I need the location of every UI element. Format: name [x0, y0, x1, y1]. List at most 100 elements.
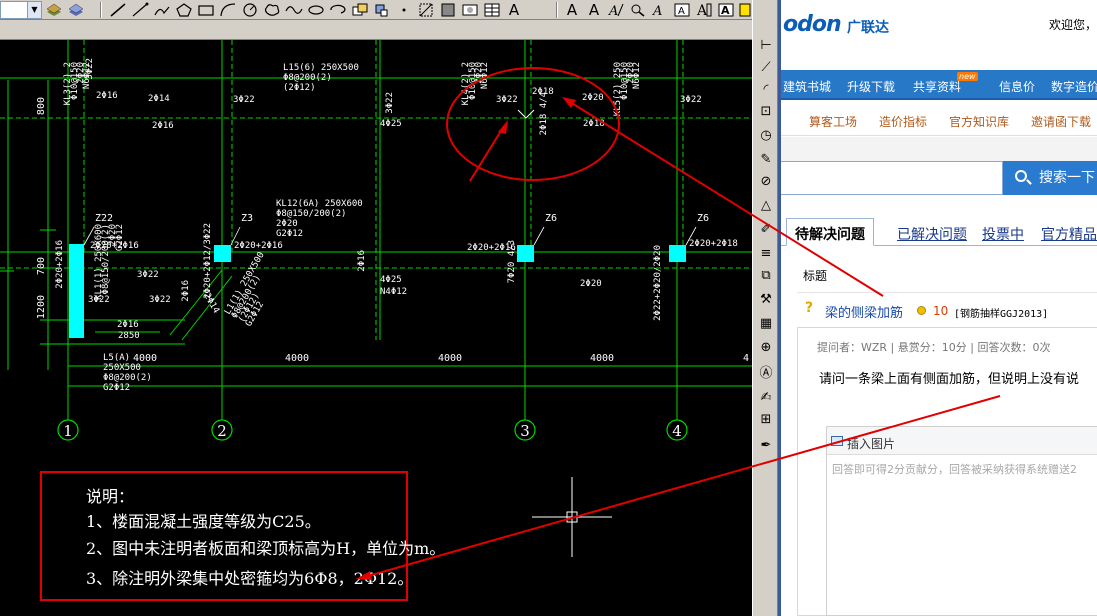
- rebar-annotation: N4Φ12: [380, 287, 407, 297]
- rebar-annotation: 2Φ18: [583, 119, 605, 129]
- main-nav: 建筑书城 升级下载 共享资料 信息价 数字造价: [781, 70, 1097, 100]
- rebar-annotation: 2Φ20+2Φ16: [90, 241, 139, 251]
- point-icon[interactable]: [394, 1, 414, 19]
- text-scale-icon[interactable]: A: [694, 1, 714, 19]
- layer-combo[interactable]: ▼: [0, 1, 42, 19]
- subnav-item-knowledge[interactable]: 官方知识库: [949, 113, 1009, 130]
- dimension-value: 700: [36, 257, 47, 275]
- nav-item-share[interactable]: 共享资料: [913, 78, 961, 95]
- nav-item-download[interactable]: 升级下载: [847, 78, 895, 95]
- answer-editor[interactable]: 插入图片 回答即可得2分贡献分，回答被采纳获得系统赠送2: [826, 426, 1097, 616]
- site-logo-text[interactable]: 广联达: [847, 17, 889, 37]
- ellipse-icon[interactable]: [306, 1, 326, 19]
- column-z6[interactable]: [669, 245, 686, 262]
- hammer-icon[interactable]: ⚒: [756, 290, 776, 310]
- beam-annotation: G2Φ12: [103, 383, 130, 393]
- nav-item-price-info[interactable]: 信息价: [999, 78, 1035, 95]
- text-color-icon[interactable]: [738, 1, 752, 19]
- grid-icon[interactable]: ▦: [756, 314, 776, 334]
- pen-icon[interactable]: ✎: [756, 150, 776, 170]
- edit-icon[interactable]: ✒: [756, 436, 776, 456]
- notes-heading: 说明：: [86, 487, 135, 506]
- stack-icon[interactable]: ⧉: [756, 266, 776, 286]
- column-z6[interactable]: [517, 245, 534, 262]
- circle-slash-icon[interactable]: ⊘: [756, 172, 776, 192]
- tab-voting[interactable]: 投票中: [982, 224, 1024, 244]
- svg-text:A: A: [696, 3, 708, 19]
- search-input[interactable]: [781, 161, 1003, 195]
- search-icon: [1015, 170, 1027, 182]
- edit-text-icon[interactable]: A: [606, 1, 626, 19]
- cad-tab-strip: [0, 20, 752, 40]
- make-block-icon[interactable]: [372, 1, 392, 19]
- text-icon[interactable]: Ⓐ: [756, 364, 776, 384]
- cloud-icon[interactable]: [262, 1, 282, 19]
- subnav-item-indicators[interactable]: 造价指标: [879, 113, 927, 130]
- gradient-icon[interactable]: [438, 1, 458, 19]
- dtext-icon[interactable]: A: [584, 1, 604, 19]
- span-dimension: 4: [743, 353, 749, 364]
- rebar-annotation: 2Φ16: [96, 91, 118, 101]
- polyline-icon[interactable]: [152, 1, 172, 19]
- polygon-icon[interactable]: [174, 1, 194, 19]
- angle-icon[interactable]: △: [756, 196, 776, 216]
- tree-icon[interactable]: ⊡: [756, 102, 776, 122]
- rebar-annotation: 2850: [118, 331, 140, 341]
- insert-image-button[interactable]: 插入图片: [847, 435, 895, 452]
- target-icon[interactable]: ⊕: [756, 338, 776, 358]
- dimension-icon[interactable]: ⟋: [756, 58, 776, 78]
- ray-icon[interactable]: [130, 1, 150, 19]
- layers-stack-icon[interactable]: [66, 1, 86, 19]
- rectangle-icon[interactable]: [196, 1, 216, 19]
- region-icon[interactable]: [460, 1, 480, 19]
- svg-text:A: A: [721, 4, 730, 17]
- arc-icon[interactable]: ◜: [756, 80, 776, 100]
- spline-icon[interactable]: [284, 1, 304, 19]
- mtext-icon[interactable]: A: [504, 1, 524, 19]
- coin-icon: [917, 306, 926, 315]
- measure-icon[interactable]: ⊞: [756, 410, 776, 430]
- pencil-icon[interactable]: ✐: [756, 220, 776, 240]
- cad-drawing-area[interactable]: ▼ A A A A A A A A Z22 Z3 Z6 Z6 KL3(2) 2 …: [0, 0, 752, 616]
- answer-placeholder[interactable]: 回答即可得2分贡献分，回答被采纳获得系统赠送2: [832, 461, 1077, 477]
- tab-pending[interactable]: 待解决问题: [786, 218, 874, 246]
- rebar-annotation: 3Φ22: [233, 95, 255, 105]
- arc-icon[interactable]: [218, 1, 238, 19]
- image-icon[interactable]: [831, 436, 843, 446]
- subnav-item-invitation[interactable]: 邀请函下载: [1031, 113, 1091, 130]
- text-style-icon[interactable]: A: [562, 1, 582, 19]
- circle-icon[interactable]: [240, 1, 260, 19]
- brush-icon[interactable]: ✍: [756, 388, 776, 408]
- text-frame-icon[interactable]: A: [672, 1, 692, 19]
- welcome-text: 欢迎您，: [1049, 18, 1097, 32]
- search-button[interactable]: 搜索一下: [1003, 161, 1097, 195]
- chevron-down-icon[interactable]: ▼: [27, 2, 41, 18]
- line-icon[interactable]: ⊢: [756, 36, 776, 56]
- insert-block-icon[interactable]: [350, 1, 370, 19]
- nav-item-digital-cost[interactable]: 数字造价: [1051, 78, 1097, 95]
- nav-item-bookstore[interactable]: 建筑书城: [783, 78, 831, 95]
- rebar-annotation: 2Φ20: [582, 93, 604, 103]
- text-align-icon[interactable]: A: [650, 1, 670, 19]
- find-text-icon[interactable]: [628, 1, 648, 19]
- beam-annotation: Φ8@200(2): [103, 373, 152, 383]
- ellipse-arc-icon[interactable]: [328, 1, 348, 19]
- line-icon[interactable]: [108, 1, 128, 19]
- tab-featured[interactable]: 官方精品: [1041, 224, 1097, 244]
- question-title-link[interactable]: 梁的侧梁加筋: [825, 302, 903, 321]
- layers-icon[interactable]: [44, 1, 64, 19]
- beam-icon[interactable]: ≡: [756, 244, 776, 264]
- rebar-annotation: 2Φ16: [181, 280, 191, 302]
- text-mask-icon[interactable]: A: [716, 1, 736, 19]
- site-logo[interactable]: odon: [783, 12, 842, 37]
- clock-icon[interactable]: ◷: [756, 126, 776, 146]
- beam-annotation: 250X500: [103, 363, 141, 373]
- column-z3[interactable]: [214, 245, 231, 262]
- table-icon[interactable]: [482, 1, 502, 19]
- tab-solved[interactable]: 已解决问题: [897, 224, 967, 244]
- subnav-item-suanke[interactable]: 算客工场: [809, 113, 857, 130]
- svg-text:A: A: [678, 6, 685, 17]
- column-z22[interactable]: [69, 244, 84, 338]
- hatch-icon[interactable]: [416, 1, 436, 19]
- beam-annotation: L15(6) 250X500: [283, 63, 359, 73]
